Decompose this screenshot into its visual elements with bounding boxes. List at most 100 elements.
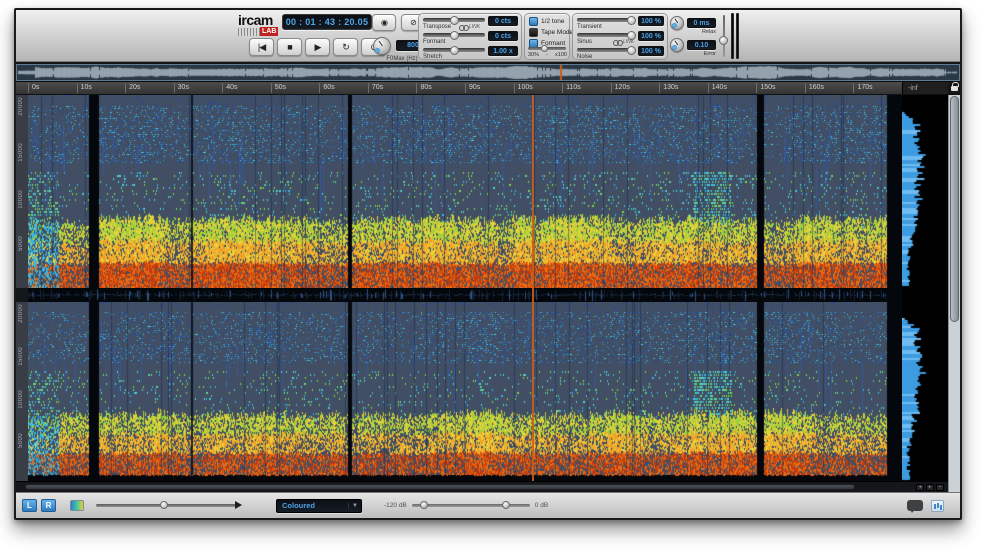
bottom-bar: L R Coloured ▼ -120 dB 0 dB — [16, 492, 960, 518]
stretch-range-slider[interactable] — [528, 47, 566, 50]
ruler-tick: 50s — [271, 83, 286, 93]
freq-label: 20000 — [18, 304, 24, 323]
waveform-mid-band — [28, 288, 902, 302]
stretch-value: 1.00 x — [488, 46, 518, 56]
transpose-slider-handle[interactable] — [450, 16, 459, 25]
horizontal-scrollbar[interactable]: ◂ ▸ ▪ — [16, 481, 948, 492]
record-button[interactable]: ◉ — [372, 14, 396, 31]
checkbox-1-2-tone[interactable] — [529, 17, 538, 26]
zoom-slider-handle[interactable] — [160, 501, 168, 509]
ruler-lock[interactable] — [948, 82, 960, 94]
freq-label: 5000 — [18, 236, 24, 251]
logo-lab: LAB — [260, 27, 278, 36]
stretch-slider[interactable] — [423, 48, 485, 52]
mode-group: 1/2 toneTape ModeFormant 30% - x100 — [524, 13, 570, 60]
db-range-control: -120 dB 0 dB — [384, 502, 548, 509]
ruler-tick: 100s — [514, 83, 533, 93]
spectrogram-palette-icon[interactable] — [70, 500, 84, 511]
comment-bubble-icon[interactable] — [907, 500, 923, 511]
volume-slider[interactable] — [719, 15, 728, 57]
volume-handle[interactable] — [719, 36, 728, 45]
mute-icon: ⊘ — [410, 18, 416, 27]
ruler-tick: 20s — [125, 83, 140, 93]
zoom-slider[interactable] — [96, 501, 246, 510]
time-ruler[interactable]: 0s10s20s30s40s50s60s70s80s90s100s110s120… — [16, 82, 960, 95]
relax-knob[interactable] — [670, 16, 684, 30]
range-sep-label: - — [546, 52, 548, 58]
error-label: Error — [687, 51, 716, 57]
ruler-tick: 140s — [708, 83, 727, 93]
loop-button[interactable]: ↻ — [333, 38, 358, 56]
palette-dropdown[interactable]: Coloured ▼ — [276, 499, 362, 513]
hscroll-zoom-out-button[interactable]: ◂ — [916, 484, 924, 491]
stop-icon: ■ — [287, 42, 291, 52]
spectrogram-left-channel[interactable] — [28, 95, 902, 288]
stretch-slider-handle[interactable] — [450, 46, 459, 55]
relax-label: Relax — [687, 29, 716, 35]
stretch-range-handle[interactable] — [541, 45, 548, 52]
transient-slider[interactable] — [577, 18, 633, 22]
checkbox-row: 1/2 tone — [529, 17, 568, 26]
checkbox-row: Tape Mode — [529, 28, 568, 37]
checkbox-tape-mode[interactable] — [529, 28, 538, 37]
formant-slider-handle[interactable] — [450, 31, 459, 40]
rewind-button[interactable]: |◀ — [249, 38, 274, 56]
formant-slider[interactable] — [423, 33, 485, 37]
record-icon: ◉ — [381, 18, 387, 27]
db-range-high-handle[interactable] — [502, 501, 510, 509]
stop-button[interactable]: ■ — [277, 38, 302, 56]
overview-canvas[interactable] — [16, 64, 960, 81]
logo-hatch — [238, 28, 260, 36]
vertical-scrollbar-thumb[interactable] — [950, 96, 959, 322]
right-channel-button[interactable]: R — [41, 499, 56, 512]
left-channel-button[interactable]: L — [22, 499, 37, 512]
overview-waveform[interactable] — [16, 64, 960, 82]
vertical-scrollbar[interactable] — [948, 95, 960, 492]
spectrum-canvas-left — [902, 95, 948, 288]
db-range-slider[interactable] — [412, 504, 530, 507]
transient-slider-handle[interactable] — [627, 16, 636, 25]
error-value: 0.10 — [687, 40, 716, 50]
ruler-tick: 60s — [319, 83, 334, 93]
noise-slider-handle[interactable] — [627, 46, 636, 55]
level-meters — [731, 13, 739, 59]
error-knob[interactable] — [670, 38, 684, 52]
level-meter-right — [736, 13, 739, 59]
spectrum-scale-label: -inf — [902, 82, 948, 94]
transport-buttons: |◀■▶↻⊙ — [249, 38, 386, 56]
ruler-ticks[interactable]: 0s10s20s30s40s50s60s70s80s90s100s110s120… — [28, 82, 902, 94]
ruler-tick: 170s — [853, 83, 872, 93]
panel-mid-gap — [902, 288, 948, 302]
content-row: 2000015000100005000 2000015000100005000 — [16, 95, 960, 492]
ruler-tick: 10s — [77, 83, 92, 93]
ruler-tick: 110s — [562, 83, 581, 93]
spectrum-panel-column — [902, 95, 948, 481]
horizontal-scrollbar-thumb[interactable] — [25, 484, 854, 490]
db-range-low-handle[interactable] — [420, 501, 428, 509]
left-stack: 2000015000100005000 2000015000100005000 — [16, 95, 948, 492]
f0max-knob[interactable] — [373, 37, 391, 55]
spectrogram-canvas-right[interactable] — [28, 302, 902, 481]
freq-label: 20000 — [18, 97, 24, 116]
stats-chart-icon[interactable] — [931, 500, 944, 512]
ruler-tick: 150s — [756, 83, 775, 93]
freq-axis: 2000015000100005000 — [16, 302, 28, 481]
playhead-cursor[interactable] — [532, 95, 534, 481]
range-min-label: 30% — [528, 52, 539, 58]
freq-label: 10000 — [18, 190, 24, 209]
freq-label: 15000 — [18, 143, 24, 162]
play-button[interactable]: ▶ — [305, 38, 330, 56]
spectrum-panel-right — [902, 302, 948, 481]
transpose-slider[interactable] — [423, 18, 485, 22]
palette-dropdown-value: Coloured — [277, 501, 348, 510]
spectrogram-canvas-left[interactable] — [28, 95, 902, 288]
spectrogram-right-channel[interactable] — [28, 302, 902, 481]
synthesis-group: Transient 100 % Sinus LINK 100 % Noise 1… — [572, 13, 668, 60]
noise-slider[interactable] — [577, 48, 633, 52]
mid-band-canvas — [28, 288, 902, 302]
spectrum-panel-left — [902, 95, 948, 288]
hscroll-reset-button[interactable]: ▪ — [936, 484, 944, 491]
ruler-pad — [16, 82, 28, 94]
hscroll-zoom-in-button[interactable]: ▸ — [926, 484, 934, 491]
sinus-slider[interactable] — [577, 33, 633, 37]
